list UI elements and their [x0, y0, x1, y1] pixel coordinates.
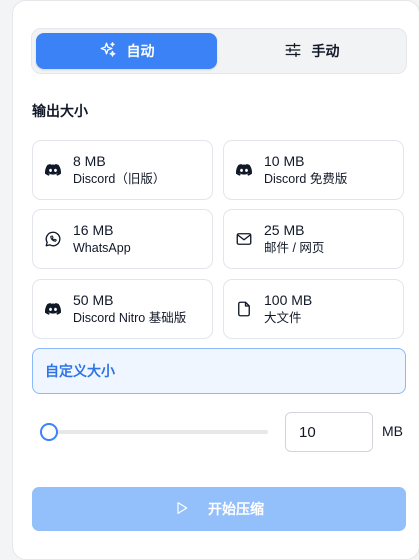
size-slider-thumb[interactable]	[39, 423, 58, 441]
preset-size: 8 MB	[73, 152, 106, 169]
file-icon	[224, 300, 264, 318]
start-compress-button[interactable]: 开始压缩	[32, 487, 406, 531]
preset-size: 16 MB	[73, 221, 114, 238]
discord-icon	[33, 161, 73, 179]
manual-mode-label: 手动	[311, 43, 340, 59]
preset-size: 25 MB	[264, 221, 305, 238]
preset-size: 100 MB	[264, 291, 313, 308]
size-unit-label: MB	[382, 423, 403, 439]
discord-icon	[224, 161, 264, 179]
preset-50mb-button[interactable]: 50 MB Discord Nitro 基础版	[32, 279, 213, 339]
size-slider-track[interactable]	[42, 430, 268, 434]
preset-label: 大文件	[264, 310, 302, 325]
preset-10mb-button[interactable]: 10 MB Discord 免费版	[223, 140, 404, 200]
preset-label: Discord Nitro 基础版	[73, 310, 187, 325]
preset-8mb-button[interactable]: 8 MB Discord（旧版）	[32, 140, 213, 200]
play-icon	[174, 500, 190, 519]
manual-mode-button[interactable]: 手动	[221, 33, 402, 69]
whatsapp-icon	[33, 230, 73, 248]
preset-label: WhatsApp	[73, 240, 131, 255]
preset-size: 50 MB	[73, 291, 114, 308]
output-size-title: 输出大小	[32, 103, 88, 119]
preset-label: Discord 免费版	[264, 171, 348, 186]
preset-16mb-button[interactable]: 16 MB WhatsApp	[32, 209, 213, 269]
discord-icon	[33, 300, 73, 318]
preset-size: 10 MB	[264, 152, 305, 169]
custom-size-button[interactable]: 自定义大小	[32, 348, 406, 394]
preset-label: 邮件 / 网页	[264, 240, 325, 255]
custom-size-input[interactable]	[285, 412, 373, 452]
start-compress-label: 开始压缩	[208, 501, 264, 517]
auto-mode-label: 自动	[126, 43, 155, 59]
preset-100mb-button[interactable]: 100 MB 大文件	[223, 279, 404, 339]
sliders-icon	[284, 41, 302, 62]
mode-toggle: 自动 手动	[31, 28, 407, 74]
sparkles-icon	[99, 41, 117, 62]
preset-label: Discord（旧版）	[73, 171, 166, 186]
auto-mode-button[interactable]: 自动	[36, 33, 217, 69]
preset-25mb-button[interactable]: 25 MB 邮件 / 网页	[223, 209, 404, 269]
mail-icon	[224, 230, 264, 248]
